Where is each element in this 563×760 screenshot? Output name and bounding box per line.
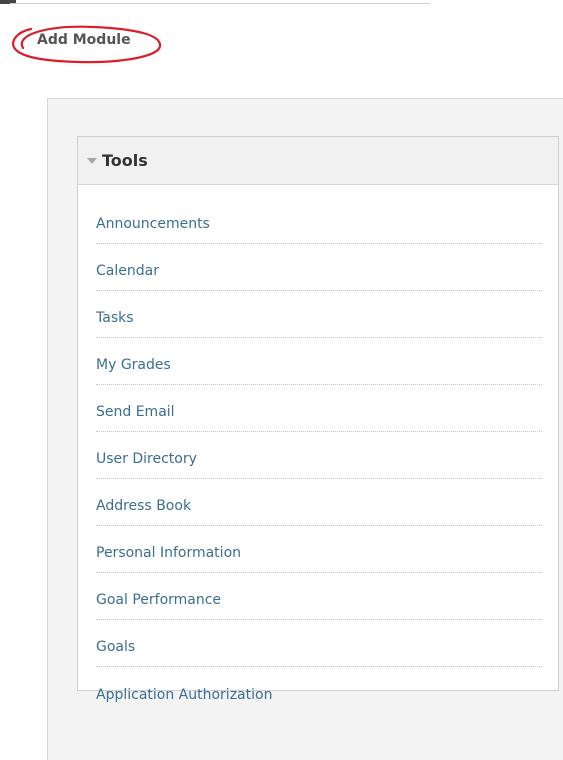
page: Add Module Tools Announcements Calendar …	[0, 0, 563, 760]
tools-link-goals[interactable]: Goals	[96, 639, 135, 655]
tools-link-announcements[interactable]: Announcements	[96, 216, 210, 232]
triangle-down-icon[interactable]	[87, 157, 97, 164]
tools-module-header[interactable]: Tools	[78, 137, 558, 185]
tools-link-personal-information[interactable]: Personal Information	[96, 545, 241, 561]
tools-link-application-authorization[interactable]: Application Authorization	[96, 687, 272, 703]
tools-list-item: Send Email	[96, 385, 542, 432]
tools-list-item: Goals	[96, 620, 542, 667]
tools-list-item: Personal Information	[96, 526, 542, 573]
tools-list-item: Address Book	[96, 479, 542, 526]
tools-list-item: Announcements	[96, 185, 542, 244]
tools-list-item: My Grades	[96, 338, 542, 385]
tools-module-title: Tools	[102, 151, 148, 170]
tools-module: Tools Announcements Calendar Tasks My Gr…	[77, 136, 559, 703]
add-module-button[interactable]: Add Module	[37, 32, 131, 48]
tools-list-item: User Directory	[96, 432, 542, 479]
tools-link-goal-performance[interactable]: Goal Performance	[96, 592, 221, 608]
tools-link-calendar[interactable]: Calendar	[96, 263, 159, 279]
tools-link-my-grades[interactable]: My Grades	[96, 357, 171, 373]
cropped-previous-content	[0, 0, 563, 8]
tools-link-send-email[interactable]: Send Email	[96, 404, 175, 420]
tools-list-item: Application Authorization	[96, 667, 542, 714]
tools-list: Announcements Calendar Tasks My Grades S…	[78, 185, 558, 714]
tools-list-item: Calendar	[96, 244, 542, 291]
tools-link-tasks[interactable]: Tasks	[96, 310, 134, 326]
tools-link-address-book[interactable]: Address Book	[96, 498, 191, 514]
tools-list-item: Tasks	[96, 291, 542, 338]
tools-list-item: Goal Performance	[96, 573, 542, 620]
tools-link-user-directory[interactable]: User Directory	[96, 451, 197, 467]
